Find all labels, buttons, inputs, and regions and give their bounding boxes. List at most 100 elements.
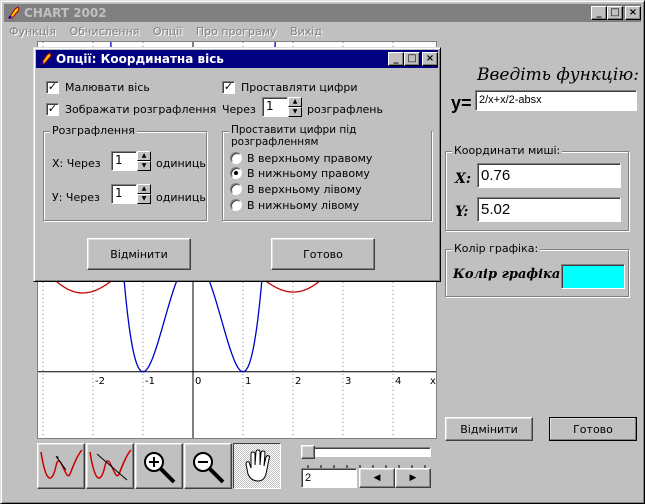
x-tick-label: 4 xyxy=(395,376,401,387)
spin-down-icon[interactable]: ▼ xyxy=(137,161,151,171)
spin-up-icon[interactable]: ▲ xyxy=(288,97,302,107)
window-title: CHART 2002 xyxy=(24,6,107,20)
dialog-maximize-button[interactable]: □ xyxy=(404,52,420,66)
options-dialog: Опції: Координатна вісь _ □ × ✓ Малювати… xyxy=(33,47,441,282)
main-cancel-label: Відмінити xyxy=(460,422,518,436)
grid-y-value[interactable]: 1 xyxy=(111,184,137,204)
tool-function-graph-1[interactable] xyxy=(37,443,85,489)
x-tick-label: 0 xyxy=(195,376,201,387)
draw-axes-label: Малювати вісь xyxy=(65,81,150,94)
spin-up-icon[interactable]: ▲ xyxy=(137,151,151,161)
zoom-in-icon xyxy=(144,452,176,484)
y-equals-label: y= xyxy=(451,93,472,113)
menubar: Функція Обчислення Опції Про програму Ви… xyxy=(4,23,327,41)
radio-bottom-right[interactable] xyxy=(230,167,242,179)
menu-calculations[interactable]: Обчислення xyxy=(64,23,144,41)
x-tick-label: -2 xyxy=(95,376,105,387)
every-suffix-label: розграфлень xyxy=(307,103,383,116)
put-digits-label: Проставляти цифри xyxy=(241,81,358,94)
show-grid-checkbox[interactable]: ✓ xyxy=(46,103,59,116)
radio-bottom-left-label: В нижньому лівому xyxy=(247,199,360,212)
dialog-titlebar[interactable]: Опції: Координатна вісь _ □ × xyxy=(36,50,438,68)
main-titlebar[interactable]: CHART 2002 _ □ × xyxy=(4,4,641,22)
grid-x-value[interactable]: 1 xyxy=(111,151,137,171)
function-input[interactable]: 2/x+x/2-absx xyxy=(475,90,637,111)
radio-top-right[interactable] xyxy=(230,152,242,164)
grid-x-unit: одиниць xyxy=(156,157,206,170)
radio-top-left-label: В верхньому лівому xyxy=(247,183,362,196)
slider-right-button[interactable]: ▶ xyxy=(395,468,431,488)
mouse-y-label: Y: xyxy=(455,204,469,220)
slider-left-button[interactable]: ◀ xyxy=(359,468,395,488)
check-mark-icon: ✓ xyxy=(223,80,234,93)
curve-tangent-icon xyxy=(89,449,132,481)
menu-options[interactable]: Опції xyxy=(148,23,187,41)
grid-x-spinner[interactable]: 1 ▲ ▼ xyxy=(111,151,151,171)
radio-top-right-label: В верхньому правому xyxy=(247,152,373,165)
radio-bottom-right-label: В нижньому правому xyxy=(247,167,370,180)
spin-down-icon[interactable]: ▼ xyxy=(137,194,151,204)
function-prompt: Введіть функцію: xyxy=(477,65,639,85)
main-ok-label: Готово xyxy=(573,422,613,436)
arrow-left-icon: ◀ xyxy=(373,473,381,483)
zoom-out-icon xyxy=(193,452,225,484)
x-axis-label: x xyxy=(430,376,436,387)
zoom-slider-track[interactable] xyxy=(301,447,431,457)
grid-group-label: Розграфлення xyxy=(50,124,137,137)
mouse-coords-label: Координати миші: xyxy=(452,144,563,157)
main-cancel-button[interactable]: Відмінити xyxy=(445,417,533,441)
graph-color-label: Колір графіка: xyxy=(453,267,566,282)
radio-top-left[interactable] xyxy=(230,183,242,195)
grid-y-spinner[interactable]: 1 ▲ ▼ xyxy=(111,184,151,204)
menu-function[interactable]: Функція xyxy=(4,23,61,41)
dialog-ok-button[interactable]: Готово xyxy=(271,238,375,270)
dialog-ok-label: Готово xyxy=(303,247,343,261)
x-tick-label: -1 xyxy=(145,376,155,387)
grid-y-unit: одиниць xyxy=(156,191,206,204)
slider-ticks xyxy=(301,461,431,470)
every-spinner-value[interactable]: 1 xyxy=(262,97,288,117)
x-tick-label: 3 xyxy=(345,376,351,387)
check-mark-icon: ✓ xyxy=(47,102,58,115)
tool-zoom-out[interactable] xyxy=(184,443,232,489)
draw-axes-checkbox[interactable]: ✓ xyxy=(46,81,59,94)
dialog-cancel-button[interactable]: Відмінити xyxy=(87,238,191,270)
menu-about[interactable]: Про програму xyxy=(191,23,282,41)
graph-color-swatch[interactable] xyxy=(561,264,625,289)
menu-exit[interactable]: Вихід xyxy=(285,23,327,41)
spin-down-icon[interactable]: ▼ xyxy=(288,107,302,117)
dialog-minimize-button[interactable]: _ xyxy=(388,52,404,66)
mouse-y-field[interactable]: 5.02 xyxy=(477,197,621,222)
every-spinner[interactable]: 1 ▲ ▼ xyxy=(262,97,302,117)
radio-bottom-left[interactable] xyxy=(230,199,242,211)
mouse-x-field[interactable]: 0.76 xyxy=(477,163,621,188)
show-grid-label: Зображати розграфлення xyxy=(65,103,217,116)
minimize-button[interactable]: _ xyxy=(591,6,607,20)
grid-x-label: X: Через xyxy=(52,157,101,170)
curve-tool-icon xyxy=(40,449,83,479)
hand-icon xyxy=(245,449,270,482)
put-digits-checkbox[interactable]: ✓ xyxy=(222,81,235,94)
app-icon xyxy=(8,6,20,19)
grid-y-label: У: Через xyxy=(52,191,100,204)
arrow-right-icon: ▶ xyxy=(409,473,417,483)
close-button[interactable]: × xyxy=(625,6,641,20)
grid-group: Розграфлення xyxy=(43,124,207,221)
zoom-slider-thumb[interactable] xyxy=(301,445,315,459)
tool-function-graph-2[interactable] xyxy=(86,443,134,489)
dialog-close-button[interactable]: × xyxy=(422,52,438,66)
mouse-x-label: X: xyxy=(455,171,472,187)
dialog-title: Опції: Координатна вісь xyxy=(56,52,224,66)
spin-up-icon[interactable]: ▲ xyxy=(137,184,151,194)
graph-color-group-label: Колір графіка: xyxy=(452,242,541,255)
slider-value-field[interactable]: 2 xyxy=(301,468,357,488)
check-mark-icon: ✓ xyxy=(47,80,58,93)
dialog-cancel-label: Відмінити xyxy=(110,247,168,261)
main-ok-button[interactable]: Готово xyxy=(549,417,637,441)
x-tick-label: 1 xyxy=(245,376,251,387)
every-label: Через xyxy=(222,103,256,116)
x-tick-label: 2 xyxy=(295,376,301,387)
tool-pan-hand[interactable] xyxy=(233,443,281,489)
maximize-button[interactable]: □ xyxy=(607,6,623,20)
tool-zoom-in[interactable] xyxy=(135,443,183,489)
